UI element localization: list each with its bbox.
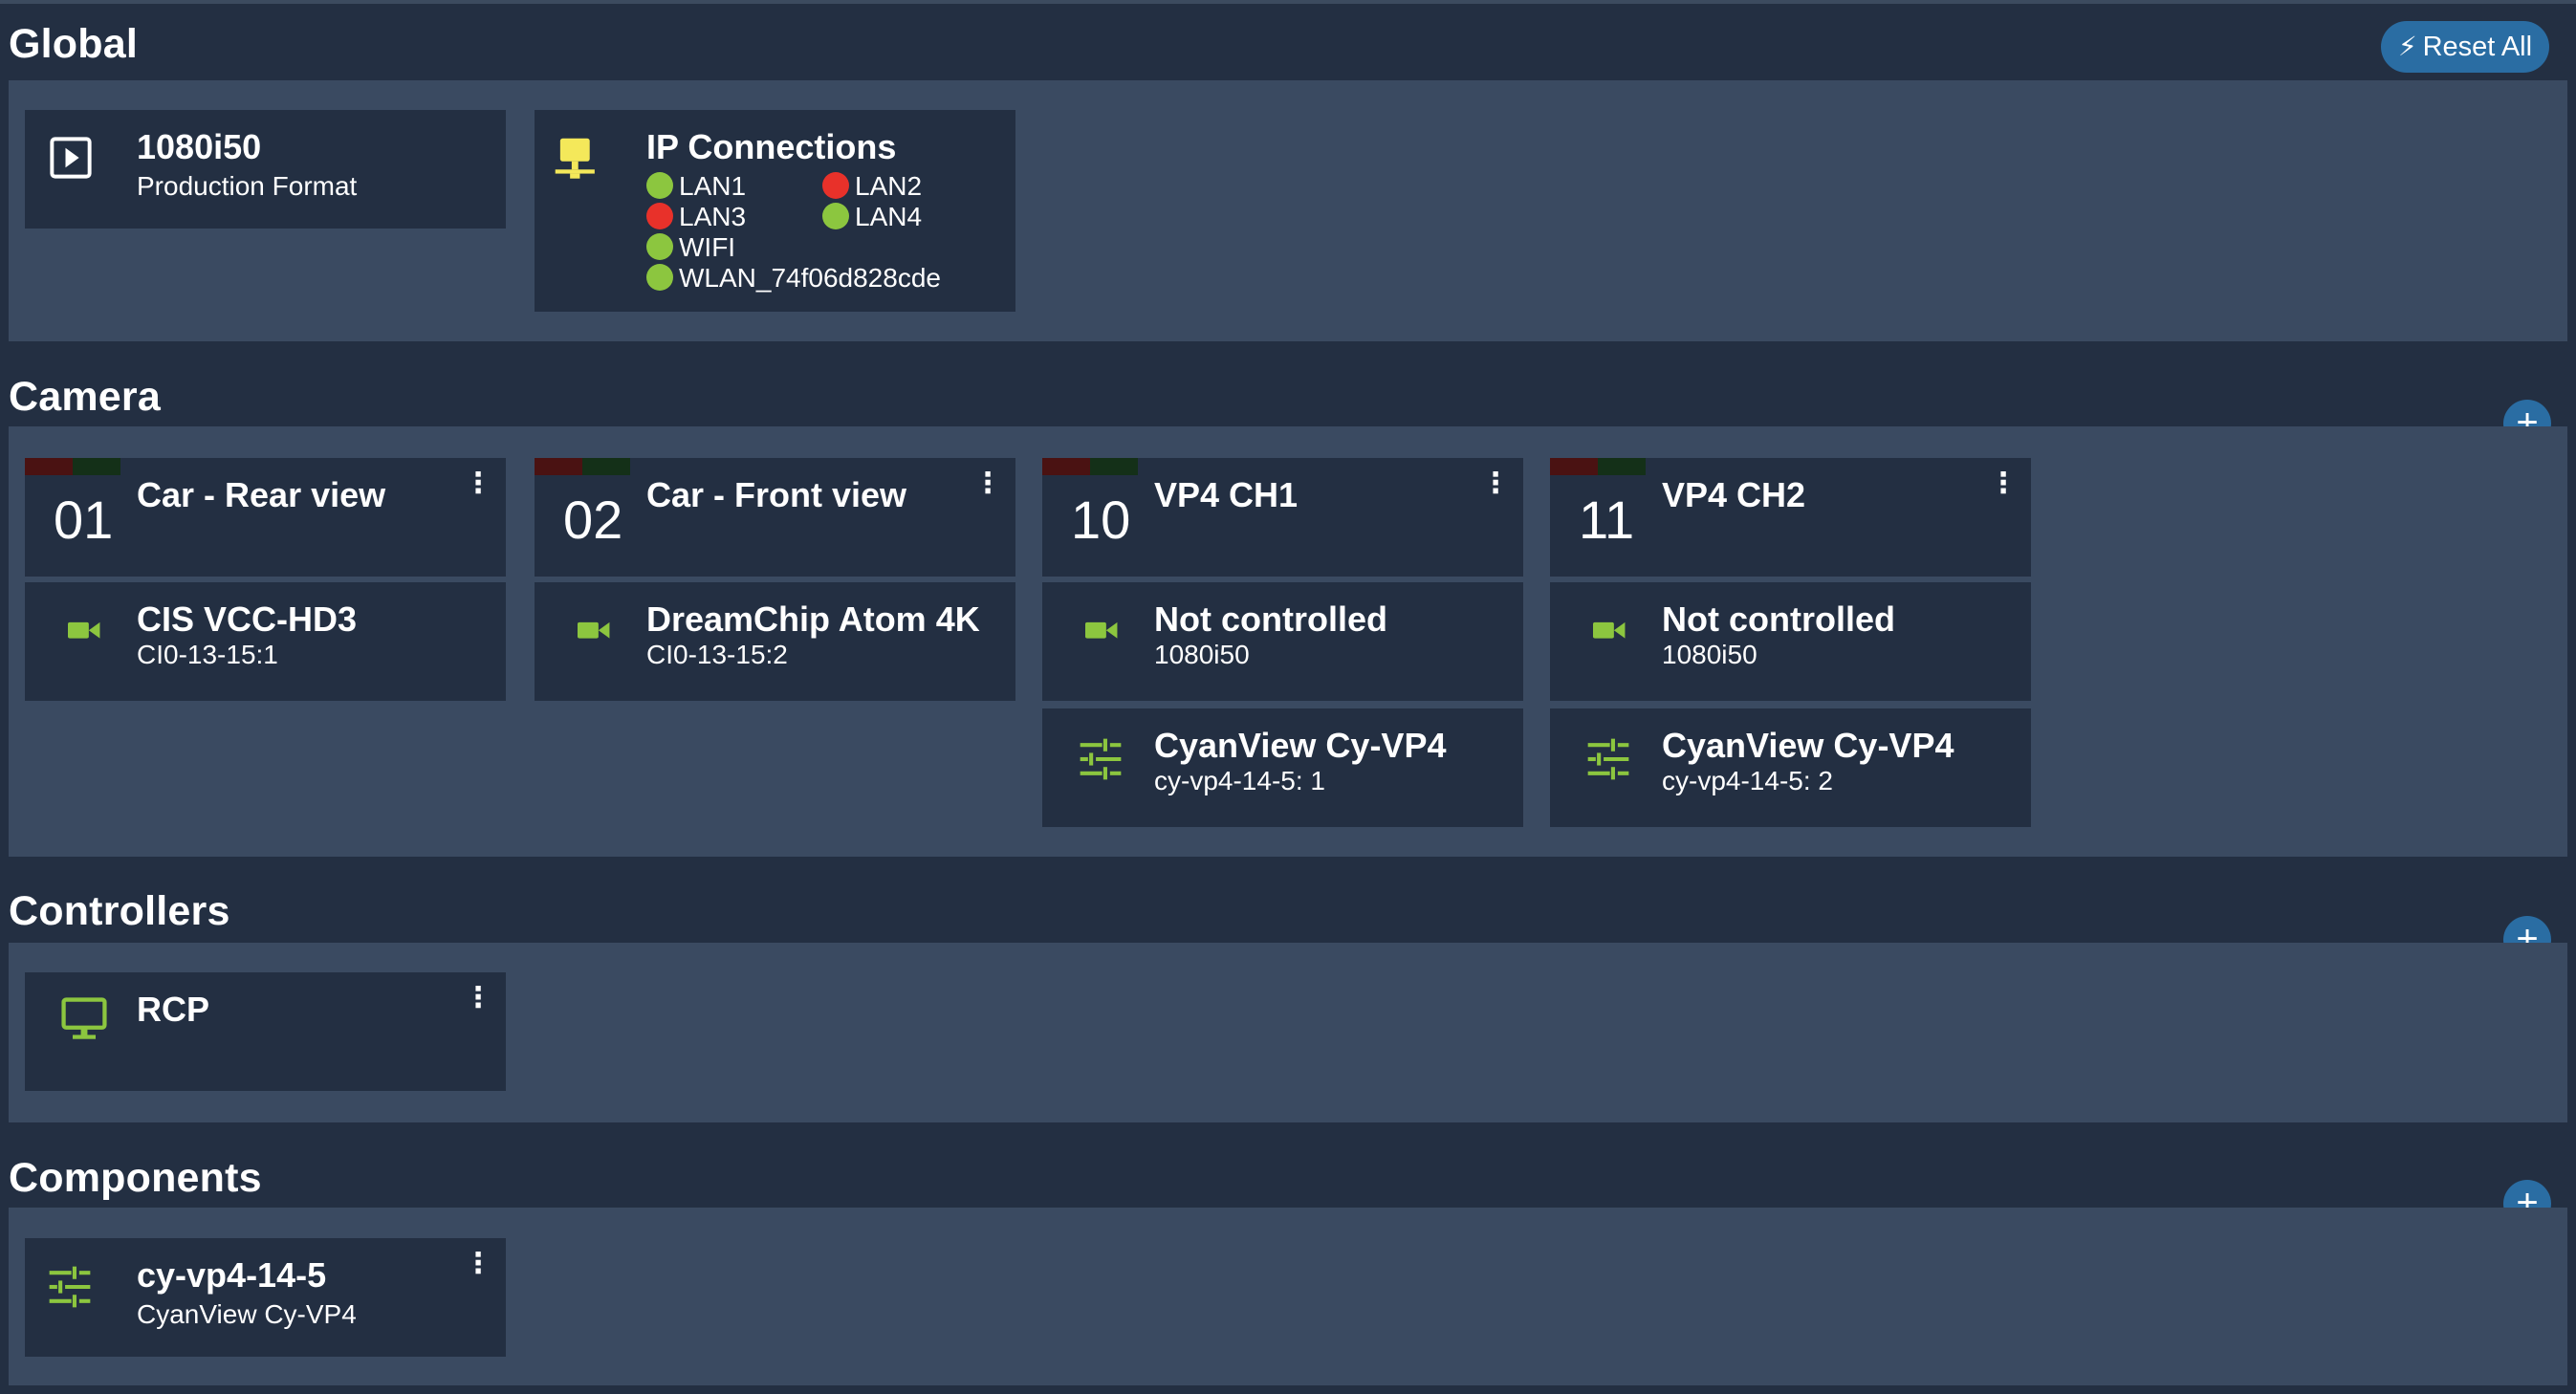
section-title-components: Components	[9, 1155, 262, 1201]
camera-number: 11	[1579, 490, 1635, 550]
controller-card-rcp[interactable]: RCP ⋮	[25, 972, 506, 1091]
controller-title: RCP	[137, 990, 210, 1029]
status-dot-green	[646, 172, 673, 199]
camera-device-card-01[interactable]: CIS VCC-HD3 CI0-13-15:1	[25, 582, 506, 701]
tally-indicator	[535, 458, 630, 475]
camera-device-card-10[interactable]: Not controlled 1080i50	[1042, 582, 1523, 701]
video-camera-icon	[1593, 621, 1626, 639]
wifi-status: WIFI	[646, 232, 735, 263]
camera-name: Car - Front view	[646, 475, 907, 514]
section-title-controllers: Controllers	[9, 888, 230, 934]
production-format-card[interactable]: 1080i50 Production Format	[25, 110, 506, 229]
video-camera-icon	[1085, 621, 1118, 639]
processor-subtitle: cy-vp4-14-5: 1	[1154, 766, 1325, 795]
processor-title: CyanView Cy-VP4	[1662, 726, 1954, 765]
more-options-icon[interactable]: ⋮	[464, 1250, 492, 1278]
lan3-status: LAN3	[646, 202, 746, 232]
more-options-icon[interactable]: ⋮	[1481, 469, 1510, 498]
status-dot-red	[646, 203, 673, 229]
top-divider	[0, 0, 2576, 4]
global-panel: 1080i50 Production Format IP Connections…	[9, 80, 2567, 341]
section-title-global: Global	[9, 21, 138, 67]
more-options-icon[interactable]: ⋮	[464, 984, 492, 1013]
more-options-icon[interactable]: ⋮	[1989, 469, 2018, 498]
controllers-panel: RCP ⋮	[9, 943, 2567, 1122]
more-options-icon[interactable]: ⋮	[973, 469, 1002, 498]
camera-device-card-02[interactable]: DreamChip Atom 4K CI0-13-15:2	[535, 582, 1015, 701]
lan1-status: LAN1	[646, 171, 746, 202]
camera-card-01[interactable]: 01 Car - Rear view ⋮	[25, 458, 506, 577]
format-value: 1080i50	[137, 127, 262, 166]
status-dot-green	[822, 203, 849, 229]
monitor-icon	[61, 997, 107, 1039]
lan4-status: LAN4	[822, 202, 922, 232]
lightning-bolt-icon: ⚡︎	[2397, 32, 2417, 61]
wlan-status: WLAN_74f06d828cde	[646, 263, 941, 294]
reset-all-label: Reset All	[2422, 32, 2533, 62]
components-panel: cy-vp4-14-5 CyanView Cy-VP4 ⋮	[9, 1208, 2567, 1385]
play-box-icon	[50, 137, 92, 179]
camera-processor-card-10[interactable]: CyanView Cy-VP4 cy-vp4-14-5: 1	[1042, 708, 1523, 827]
camera-number: 01	[54, 490, 114, 550]
ip-connections-card[interactable]: IP Connections LAN1 LAN2 LAN3 LAN4 WIFI …	[535, 110, 1015, 312]
status-dot-green	[646, 264, 673, 291]
camera-panel: 01 Car - Rear view ⋮ CIS VCC-HD3 CI0-13-…	[9, 426, 2567, 857]
video-camera-icon	[68, 621, 100, 639]
sliders-icon	[1587, 738, 1629, 780]
camera-card-02[interactable]: 02 Car - Front view ⋮	[535, 458, 1015, 577]
device-title: DreamChip Atom 4K	[646, 599, 980, 639]
format-label: Production Format	[137, 171, 358, 201]
tally-indicator	[25, 458, 120, 475]
component-subtitle: CyanView Cy-VP4	[137, 1299, 357, 1329]
lan2-status: LAN2	[822, 171, 922, 202]
camera-name: VP4 CH1	[1154, 475, 1299, 514]
component-card[interactable]: cy-vp4-14-5 CyanView Cy-VP4 ⋮	[25, 1238, 506, 1357]
sliders-icon	[1080, 738, 1122, 780]
tally-indicator	[1550, 458, 1646, 475]
device-subtitle: CI0-13-15:1	[137, 640, 278, 669]
camera-processor-card-11[interactable]: CyanView Cy-VP4 cy-vp4-14-5: 2	[1550, 708, 2031, 827]
camera-name: VP4 CH2	[1662, 475, 1806, 514]
camera-number: 02	[563, 490, 623, 550]
network-icon	[555, 138, 595, 179]
camera-name: Car - Rear view	[137, 475, 386, 514]
component-title: cy-vp4-14-5	[137, 1255, 327, 1295]
processor-title: CyanView Cy-VP4	[1154, 726, 1447, 765]
device-subtitle: 1080i50	[1154, 640, 1250, 669]
ip-connections-title: IP Connections	[646, 127, 897, 166]
section-title-camera: Camera	[9, 374, 161, 420]
reset-all-button[interactable]: ⚡︎ Reset All	[2381, 21, 2549, 73]
camera-number: 10	[1071, 490, 1131, 550]
processor-subtitle: cy-vp4-14-5: 2	[1662, 766, 1833, 795]
more-options-icon[interactable]: ⋮	[464, 469, 492, 498]
status-dot-green	[646, 233, 673, 260]
device-title: Not controlled	[1154, 599, 1387, 639]
device-subtitle: CI0-13-15:2	[646, 640, 788, 669]
camera-card-11[interactable]: 11 VP4 CH2 ⋮	[1550, 458, 2031, 577]
status-dot-red	[822, 172, 849, 199]
video-camera-icon	[578, 621, 610, 639]
device-subtitle: 1080i50	[1662, 640, 1757, 669]
sliders-icon	[49, 1266, 91, 1308]
device-title: Not controlled	[1662, 599, 1895, 639]
camera-card-10[interactable]: 10 VP4 CH1 ⋮	[1042, 458, 1523, 577]
camera-device-card-11[interactable]: Not controlled 1080i50	[1550, 582, 2031, 701]
tally-indicator	[1042, 458, 1138, 475]
device-title: CIS VCC-HD3	[137, 599, 358, 639]
